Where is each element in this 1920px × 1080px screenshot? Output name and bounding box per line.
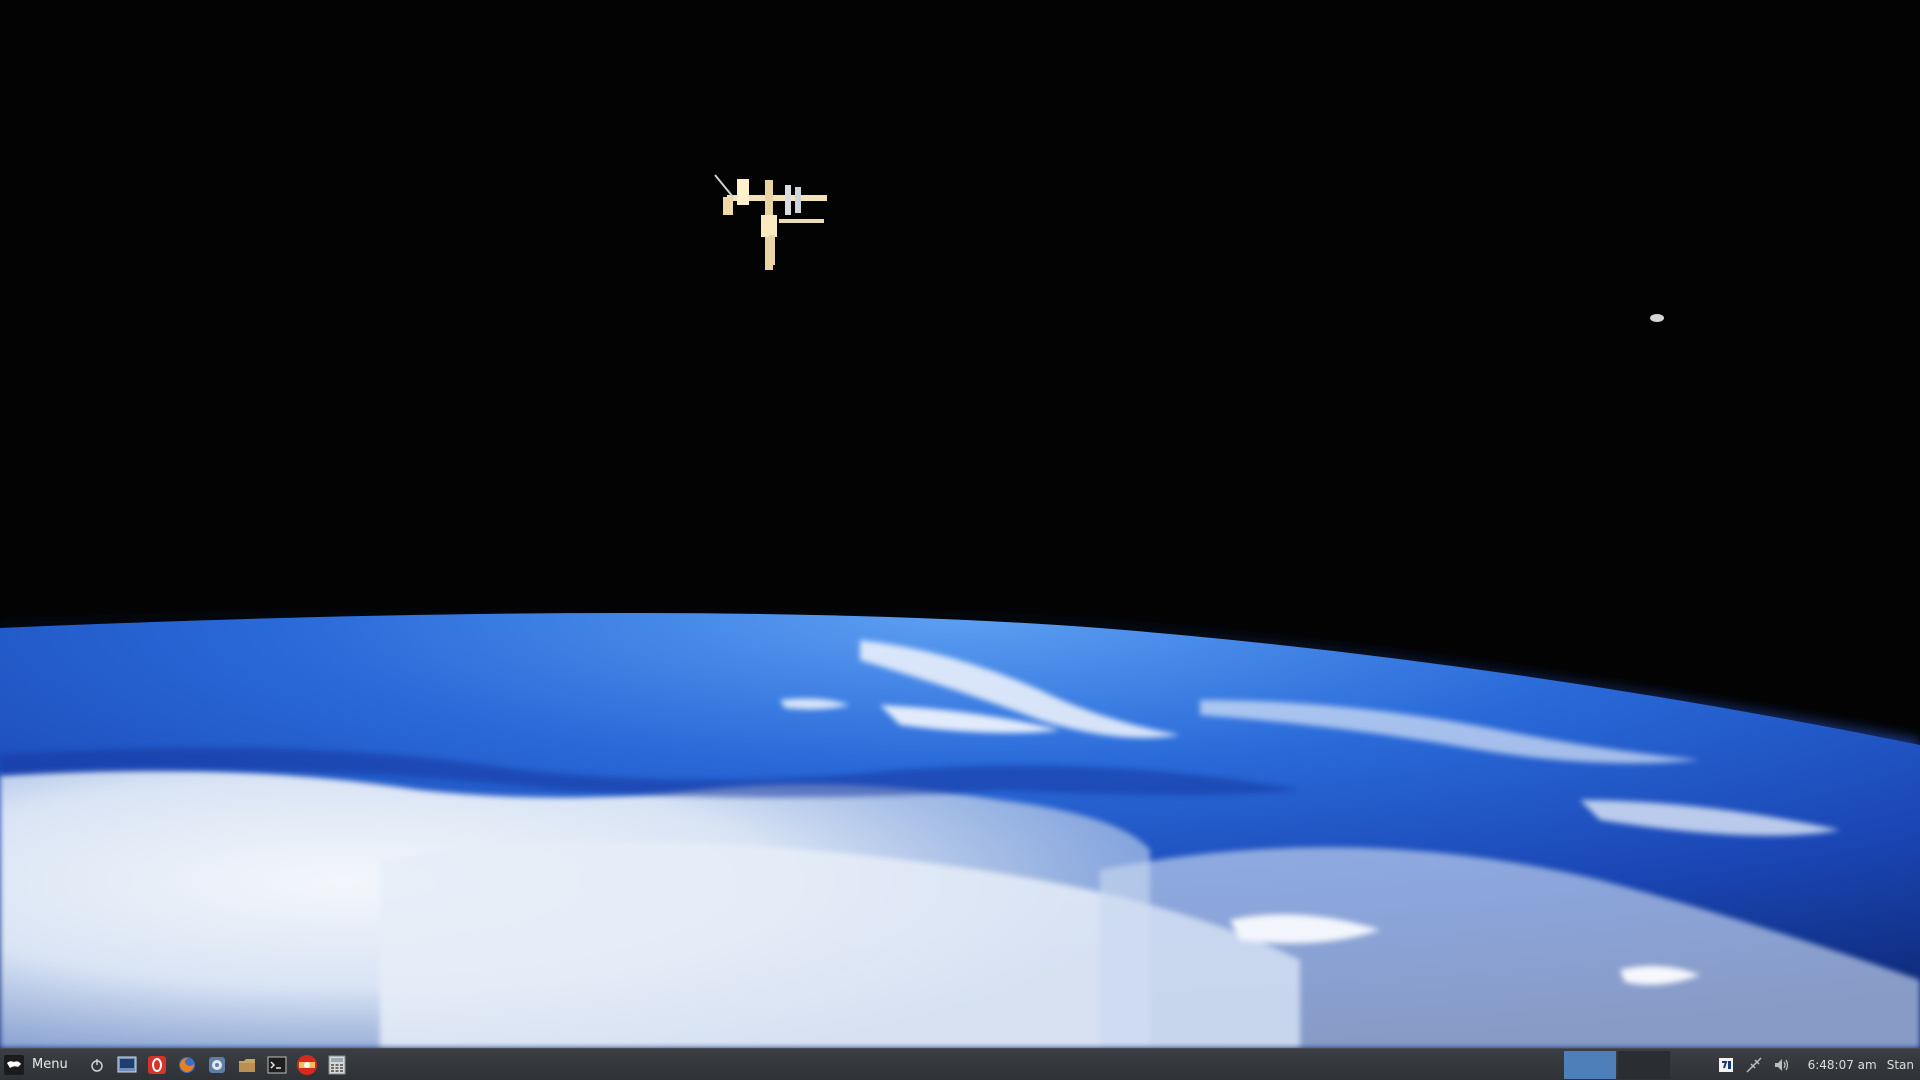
terminal-icon[interactable] bbox=[266, 1054, 288, 1076]
firefox-icon[interactable] bbox=[176, 1054, 198, 1076]
network-icon[interactable] bbox=[1745, 1056, 1763, 1074]
workspace-2[interactable] bbox=[1617, 1050, 1670, 1079]
menu-button[interactable]: Menu bbox=[0, 1050, 74, 1080]
updates-icon[interactable] bbox=[1717, 1056, 1735, 1074]
calculator-icon[interactable] bbox=[326, 1054, 348, 1076]
media-icon[interactable] bbox=[296, 1054, 318, 1076]
taskbar: Menu 6:48:07 am Stan bbox=[0, 1048, 1920, 1080]
mint-logo-icon bbox=[4, 1054, 24, 1075]
clock[interactable]: 6:48:07 am bbox=[1808, 1058, 1877, 1072]
menu-label: Menu bbox=[32, 1057, 68, 1072]
user-name[interactable]: Stan bbox=[1887, 1058, 1914, 1072]
shutdown-icon[interactable] bbox=[86, 1054, 108, 1076]
desktop[interactable] bbox=[0, 0, 1920, 1048]
monitor-icon[interactable] bbox=[116, 1054, 138, 1076]
distant-satellite bbox=[1650, 314, 1664, 322]
wallpaper-earth-space-station bbox=[0, 0, 1920, 1048]
folder-icon[interactable] bbox=[236, 1054, 258, 1076]
workspace-1[interactable] bbox=[1563, 1050, 1616, 1079]
opera-icon[interactable] bbox=[146, 1054, 168, 1076]
volume-icon[interactable] bbox=[1773, 1056, 1791, 1074]
system-settings-icon[interactable] bbox=[206, 1054, 228, 1076]
